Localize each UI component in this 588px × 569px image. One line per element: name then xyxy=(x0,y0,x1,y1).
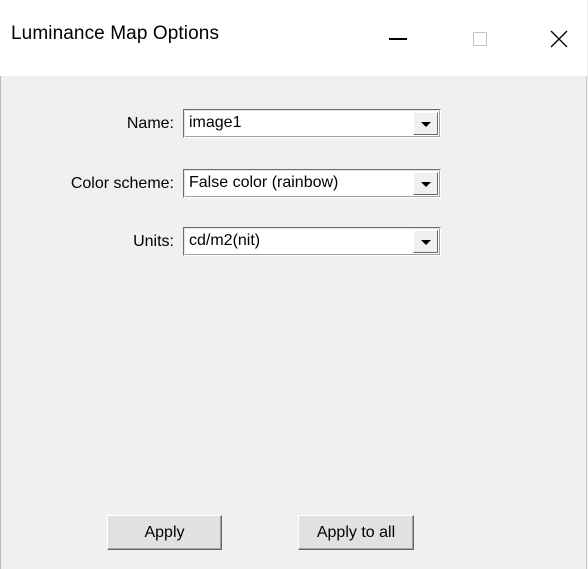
color-scheme-row: Color scheme: False color (rainbow) xyxy=(0,169,587,199)
maximize-button xyxy=(437,0,523,76)
chevron-down-icon xyxy=(420,239,431,245)
name-dropdown[interactable]: image1 xyxy=(183,109,441,138)
close-button[interactable] xyxy=(516,0,588,76)
dialog-body: Name: image1 Color scheme: False color (… xyxy=(0,76,587,569)
name-dropdown-value: image1 xyxy=(189,114,242,131)
units-dropdown[interactable]: cd/m2(nit) xyxy=(183,227,441,256)
chevron-down-icon xyxy=(420,121,431,127)
apply-button[interactable]: Apply xyxy=(107,515,222,550)
title-bar[interactable]: Luminance Map Options xyxy=(0,0,587,76)
units-dropdown-value: cd/m2(nit) xyxy=(189,232,261,249)
color-scheme-label: Color scheme: xyxy=(70,175,174,192)
units-dropdown-arrow[interactable] xyxy=(413,230,438,253)
color-scheme-dropdown[interactable]: False color (rainbow) xyxy=(183,169,441,198)
apply-to-all-button[interactable]: Apply to all xyxy=(298,515,414,550)
units-row: Units: cd/m2(nit) xyxy=(0,227,587,257)
name-dropdown-arrow[interactable] xyxy=(413,112,438,135)
name-label: Name: xyxy=(126,115,174,132)
color-scheme-dropdown-arrow[interactable] xyxy=(413,172,438,195)
minimize-button[interactable] xyxy=(355,0,441,76)
close-icon xyxy=(550,30,568,48)
window-title: Luminance Map Options xyxy=(11,23,220,44)
maximize-icon xyxy=(473,32,487,46)
minimize-icon xyxy=(389,38,407,40)
units-label: Units: xyxy=(133,233,174,250)
chevron-down-icon xyxy=(420,181,431,187)
color-scheme-dropdown-value: False color (rainbow) xyxy=(189,174,339,191)
luminance-map-options-dialog: Luminance Map Options Name: image1 Color… xyxy=(0,0,587,569)
name-row: Name: image1 xyxy=(0,109,587,139)
